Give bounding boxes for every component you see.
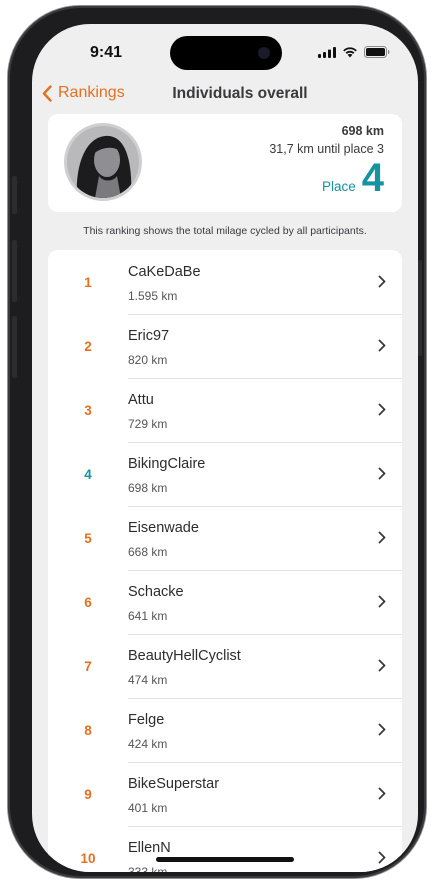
participant-name: BikingClaire [128, 456, 206, 472]
ranking-row[interactable]: 2 Eric97 820 km [48, 314, 402, 378]
ranking-row[interactable]: 3 Attu 729 km [48, 378, 402, 442]
rank-number: 10 [80, 851, 96, 866]
chevron-right-icon [378, 339, 386, 352]
participant-name: BikeSuperstar [128, 776, 220, 792]
status-time: 9:41 [90, 44, 123, 61]
action-button [12, 176, 17, 214]
participant-distance: 474 km [128, 673, 168, 687]
participant-distance: 401 km [128, 801, 168, 815]
participant-distance: 1.595 km [128, 289, 178, 303]
rank-number: 7 [84, 659, 92, 674]
chevron-right-icon [378, 723, 386, 736]
profile-photo [67, 126, 139, 198]
home-indicator[interactable] [156, 857, 294, 862]
ranking-row[interactable]: 6 Schacke 641 km [48, 570, 402, 634]
volume-up-button [12, 240, 17, 302]
ranking-row[interactable]: 9 BikeSuperstar 401 km [48, 762, 402, 826]
place-number: 4 [361, 156, 384, 200]
rank-number: 2 [84, 339, 92, 354]
avatar[interactable] [64, 123, 142, 201]
participant-distance: 729 km [128, 417, 168, 431]
rank-number: 8 [84, 723, 92, 738]
status-icons [318, 46, 390, 58]
status-bar: 9:41 [32, 24, 418, 78]
current-place: Place 4 [322, 158, 384, 198]
participant-name: Felge [128, 712, 165, 728]
participant-distance: 424 km [128, 737, 168, 751]
rank-number: 3 [84, 403, 92, 418]
rank-number: 6 [84, 595, 92, 610]
chevron-right-icon [378, 531, 386, 544]
chevron-right-icon [378, 595, 386, 608]
battery-icon [364, 46, 390, 58]
participant-name: Schacke [128, 584, 184, 600]
chevron-right-icon [378, 659, 386, 672]
participant-distance: 668 km [128, 545, 168, 559]
ranking-row[interactable]: 7 BeautyHellCyclist 474 km [48, 634, 402, 698]
chevron-right-icon [378, 403, 386, 416]
navigation-bar: Rankings Individuals overall [32, 82, 418, 112]
ranking-row[interactable]: 5 Eisenwade 668 km [48, 506, 402, 570]
cellular-signal-icon [318, 46, 336, 58]
participant-name: EllenN [128, 840, 171, 856]
participant-distance: 333 km [128, 865, 168, 872]
rank-number: 5 [84, 531, 92, 546]
ranking-list: 1 CaKeDaBe 1.595 km 2 Eric97 820 km 3 Attu 729 k… [48, 250, 402, 872]
ranking-row[interactable]: 1 CaKeDaBe 1.595 km [48, 250, 402, 314]
participant-distance: 820 km [128, 353, 168, 367]
participant-distance: 698 km [128, 481, 168, 495]
user-summary-card: 698 km 31,7 km until place 3 Place 4 [48, 114, 402, 212]
page-title: Individuals overall [172, 85, 308, 102]
phone-frame: 9:41 Rankings Individuals overall 698 km… [8, 6, 426, 878]
chevron-right-icon [378, 467, 386, 480]
participant-name: BeautyHellCyclist [128, 648, 241, 664]
ranking-row[interactable]: 10 EllenN 333 km [48, 826, 402, 872]
front-camera [258, 47, 270, 59]
participant-name: Eric97 [128, 328, 170, 344]
rank-number: 9 [84, 787, 92, 802]
total-distance: 698 km [341, 124, 384, 138]
volume-down-button [12, 316, 17, 378]
participant-distance: 641 km [128, 609, 168, 623]
participant-name: CaKeDaBe [128, 264, 201, 280]
rank-number: 1 [84, 275, 92, 290]
place-label: Place [321, 179, 356, 194]
ranking-row[interactable]: 4 BikingClaire 698 km [48, 442, 402, 506]
participant-name: Eisenwade [128, 520, 199, 536]
wifi-icon [343, 47, 357, 58]
rank-number: 4 [84, 467, 92, 482]
dynamic-island [170, 36, 282, 70]
chevron-right-icon [378, 851, 386, 864]
participant-name: Attu [128, 392, 154, 408]
chevron-right-icon [378, 787, 386, 800]
chevron-right-icon [378, 275, 386, 288]
ranking-row[interactable]: 8 Felge 424 km [48, 698, 402, 762]
screen: 9:41 Rankings Individuals overall 698 km… [32, 24, 418, 872]
distance-until-next-place: 31,7 km until place 3 [269, 142, 384, 156]
ranking-description: This ranking shows the total milage cycl… [83, 225, 367, 237]
